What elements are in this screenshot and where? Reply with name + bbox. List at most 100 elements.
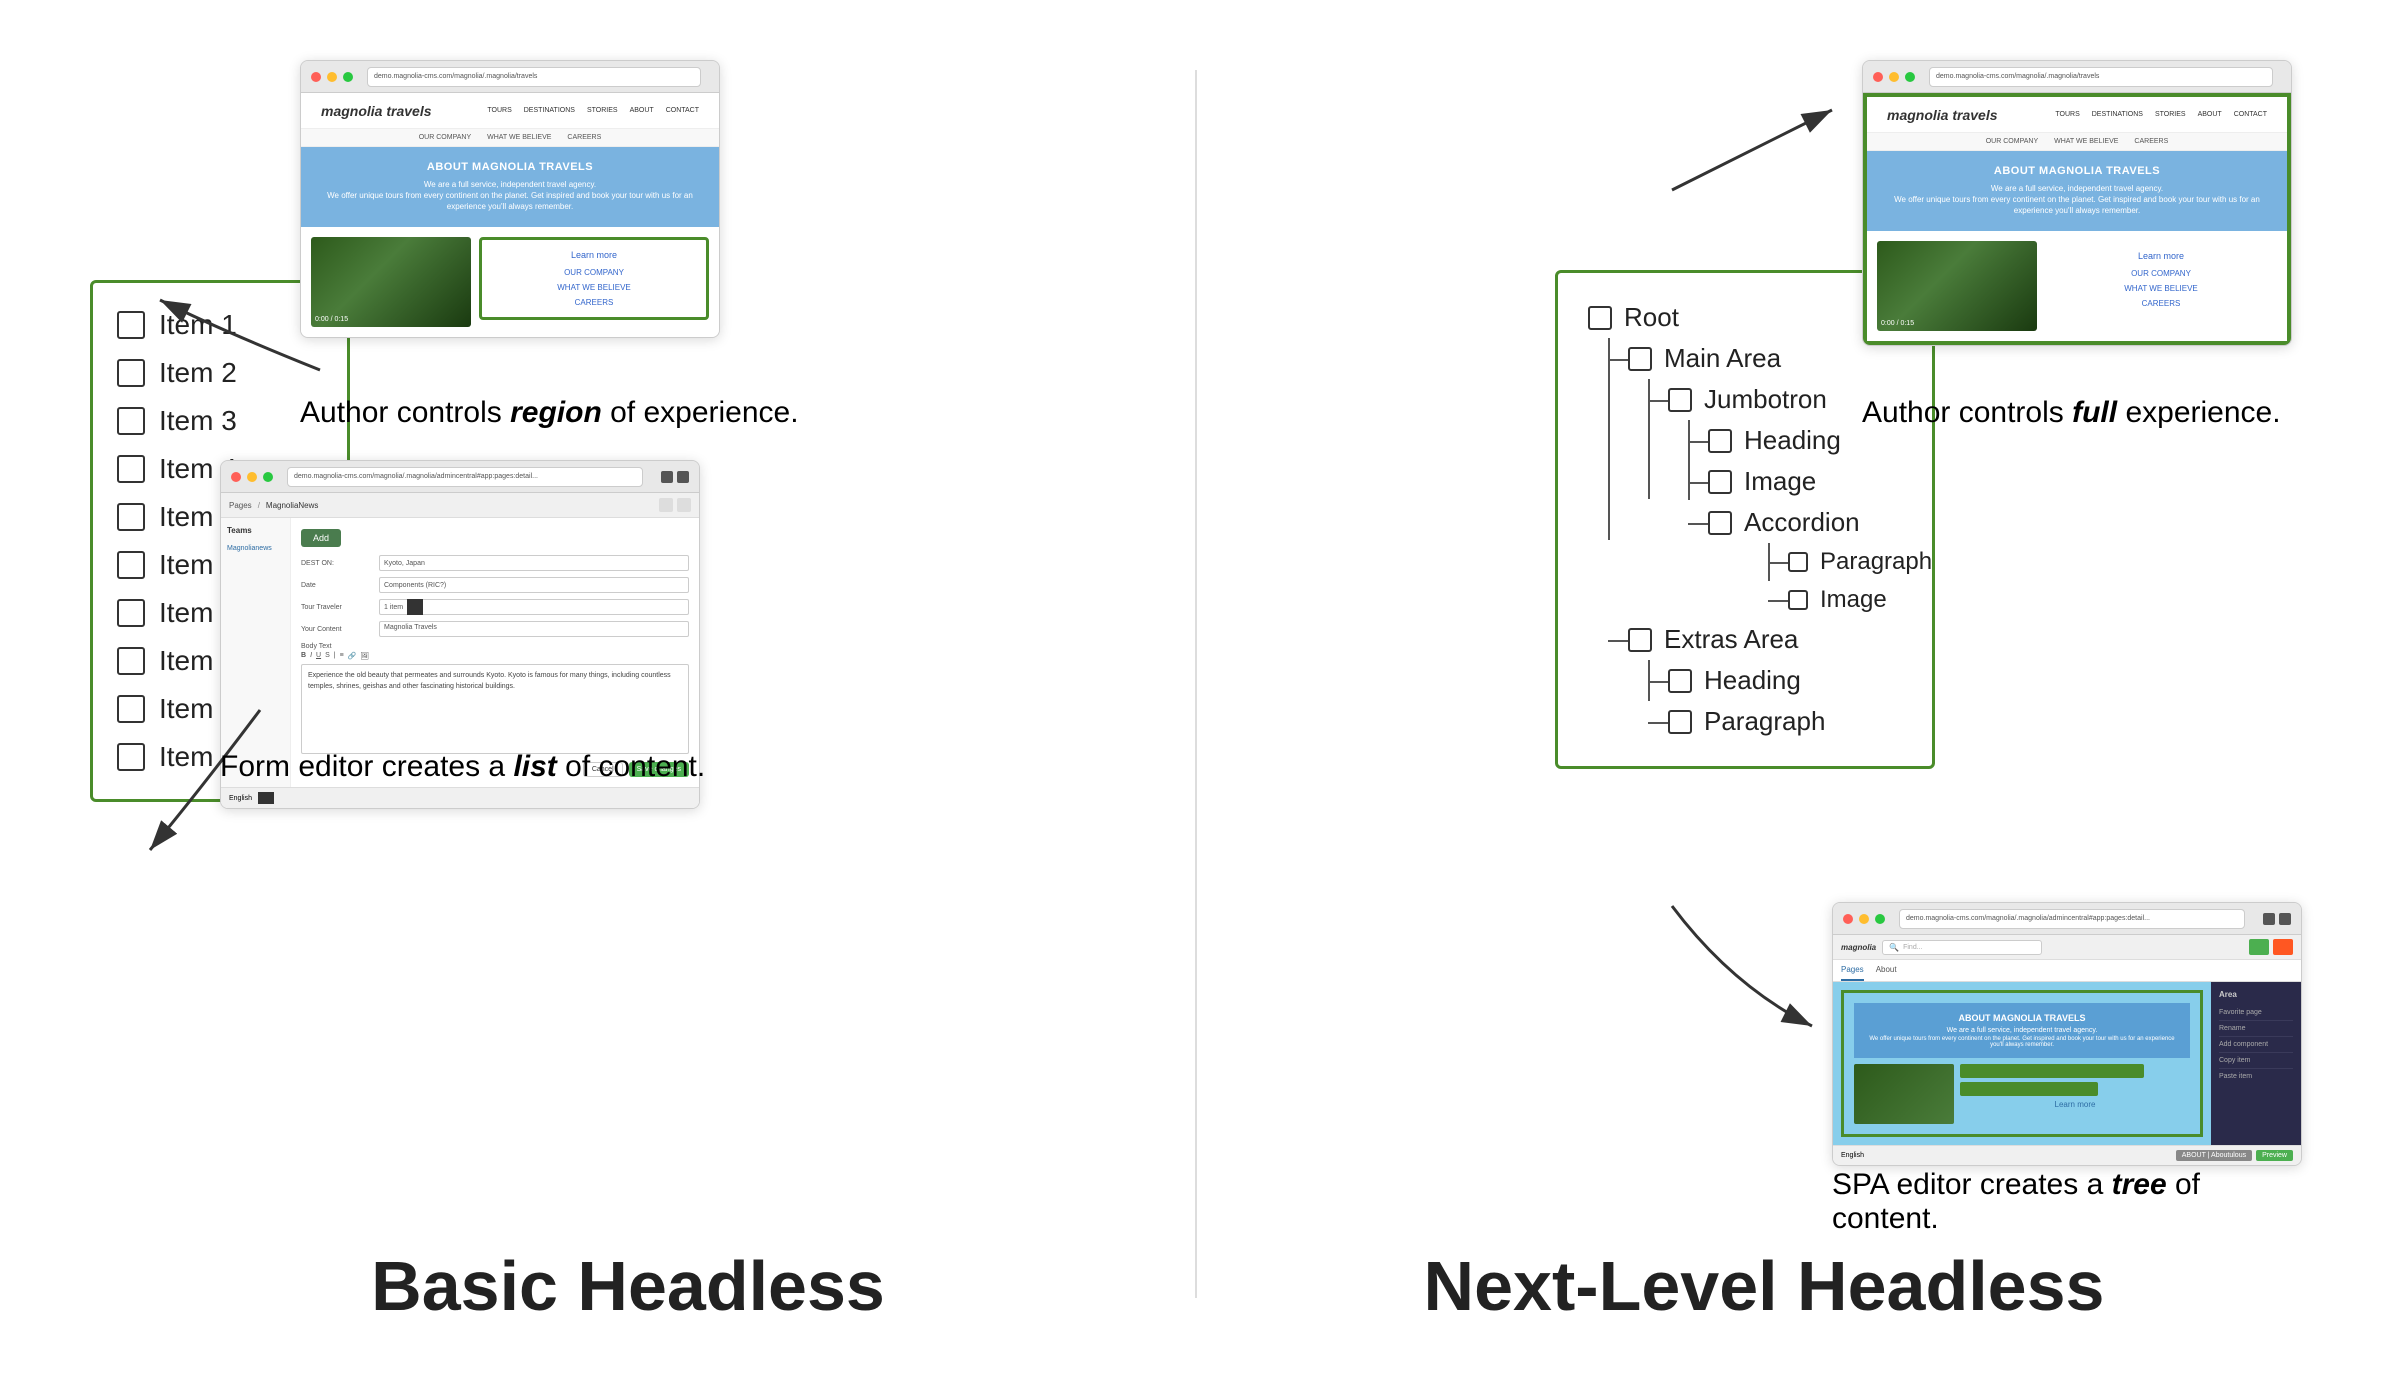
dest-value: Kyoto, Japan [384,560,425,567]
tree-extras-container: Extras Area Heading Paragra [1628,619,1902,742]
tree-checkbox-extras[interactable] [1628,628,1652,652]
links-area: Learn more OUR COMPANY WHAT WE BELIEVE C… [479,237,709,327]
form-action-1[interactable] [659,498,673,512]
form-row-date: Date Components (RIC?) [301,577,689,593]
spa-panel-item-2[interactable]: Rename [2219,1021,2293,1037]
tree-checkbox-image[interactable] [1708,470,1732,494]
checkbox-5[interactable] [117,503,145,531]
browser-bar-lower-left: demo.magnolia-cms.com/magnolia/.magnolia… [221,461,699,493]
browser-min-dot2 [247,472,257,482]
spa-side-panel: Area Favorite page Rename Add component … [2211,982,2301,1145]
tree-accordion: Accordion [1708,502,1902,543]
spa-action-1[interactable] [1960,1064,2144,1078]
tour-input[interactable]: 1 item [379,599,689,615]
spa-tab-pages[interactable]: Pages [1841,960,1864,981]
spa-btn-1[interactable] [2249,939,2269,955]
browser-max-dot4 [1875,914,1885,924]
nav-tours: TOURS [487,107,511,114]
browser-url-field4[interactable]: demo.magnolia-cms.com/magnolia/.magnolia… [1899,909,2245,929]
browser-max-dot [343,72,353,82]
checkbox-4[interactable] [117,455,145,483]
spa-btn-2[interactable] [2273,939,2293,955]
browser-min-dot [327,72,337,82]
tree-checkbox-accordion[interactable] [1708,511,1732,535]
sub-nav-careers: CAREERS [567,134,601,141]
tree-checkbox-jumbotron[interactable] [1668,388,1692,412]
spa-editor-content: magnolia 🔍 Find... Pages About [1833,935,2301,1165]
content-label: Your Content [301,626,371,633]
spa-panel-item-1[interactable]: Favorite page [2219,1005,2293,1021]
list-item: Item 2 [117,349,323,397]
browser-min-dot4 [1859,914,1869,924]
site-nav: magnolia travels TOURS DESTINATIONS STOR… [301,93,719,129]
site-video-right: 0:00 / 0:15 [1877,241,2037,331]
dest-label: DEST ON: [301,560,371,567]
tour-icon [407,599,423,615]
browser-icon1 [661,471,673,483]
spa-panel-item-5[interactable]: Paste item [2219,1069,2293,1084]
tree-checkbox-main[interactable] [1628,347,1652,371]
spa-panel-item-3[interactable]: Add component [2219,1037,2293,1053]
upper-left-caption: Author controls region of experience. [300,396,799,430]
browser-url-field[interactable]: demo.magnolia-cms.com/magnolia/.magnolia… [367,67,701,87]
tree-checkbox-extras-heading[interactable] [1668,669,1692,693]
spa-panel-item-4[interactable]: Copy item [2219,1053,2293,1069]
form-action-2[interactable] [677,498,691,512]
spa-action-2[interactable] [1960,1082,2098,1096]
link-company: OUR COMPANY [496,268,692,277]
highlighted-links: Learn more OUR COMPANY WHAT WE BELIEVE C… [479,237,709,320]
item-label-3: Item 3 [159,405,237,437]
toolbar-sep: | [334,652,336,660]
checkbox-6[interactable] [117,551,145,579]
toolbar-I: I [310,652,312,660]
tree-checkbox-root[interactable] [1588,306,1612,330]
tree-checkbox-extras-paragraph[interactable] [1668,710,1692,734]
site-body-right: 0:00 / 0:15 Learn more OUR COMPANY WHAT … [1867,231,2287,341]
form-row-tour: Tour Traveler 1 item [301,599,689,615]
nav-about: ABOUT [630,107,654,114]
spa-search[interactable]: 🔍 Find... [1882,940,2042,955]
dest-field-container: Kyoto, Japan [379,555,689,571]
nav-about-r: ABOUT [2198,111,2222,118]
checkbox-1[interactable] [117,311,145,339]
spa-selected-area: ABOUT MAGNOLIA TRAVELS We are a full ser… [1841,990,2203,1137]
tree-checkbox-image2[interactable] [1788,590,1808,610]
checkbox-7[interactable] [117,599,145,627]
browser-url-field2[interactable]: demo.magnolia-cms.com/magnolia/.magnolia… [287,467,643,487]
checkbox-9[interactable] [117,695,145,723]
date-input[interactable]: Components (RIC?) [379,577,689,593]
left-half: Item 1 Item 2 Item 3 Item 4 Item 5 Item … [60,40,1196,1356]
browser-url-field3[interactable]: demo.magnolia-cms.com/magnolia/.magnolia… [1929,67,2273,87]
toolbar-link: 🔗 [348,652,357,660]
form-tab-active[interactable]: Teams [227,526,284,535]
link-believe-r: WHAT WE BELIEVE [2059,284,2263,293]
spa-bottom-bar: English ABOUT | Aboutulous Preview [1833,1145,2301,1165]
tree-extras-area: Extras Area [1628,619,1902,660]
checkbox-8[interactable] [117,647,145,675]
form-tab-magnolia[interactable]: Magnolianews [227,541,284,556]
hero-p3-right: experience you'll always remember. [1887,205,2267,216]
spa-preview-button[interactable]: Preview [2256,1150,2293,1161]
sub-nav-believe: WHAT WE BELIEVE [487,134,551,141]
tree-checkbox-paragraph[interactable] [1788,552,1808,572]
body-textarea[interactable]: Experience the old beauty that permeates… [301,664,689,754]
tree-level1: Main Area Jumbotron [1628,338,1902,742]
hero-p2-right: We offer unique tours from every contine… [1887,194,2267,205]
checkbox-2[interactable] [117,359,145,387]
browser-max-dot3 [1905,72,1915,82]
add-button[interactable]: Add [301,529,341,547]
spa-tab-about[interactable]: About [1876,960,1897,981]
checkbox-10[interactable] [117,743,145,771]
hero-p2: We offer unique tours from every contine… [321,190,699,201]
content-input[interactable]: Magnolia Travels [379,621,689,637]
dest-input[interactable]: Kyoto, Japan [379,555,689,571]
checkbox-3[interactable] [117,407,145,435]
nav-contact-r: CONTACT [2234,111,2267,118]
url-text3: demo.magnolia-cms.com/magnolia/.magnolia… [1936,73,2099,80]
spa-main-body: ABOUT MAGNOLIA TRAVELS We are a full ser… [1833,982,2301,1145]
tree-vert-line1 [1608,338,1610,540]
spa-hero-title: ABOUT MAGNOLIA TRAVELS [1864,1013,2180,1023]
tree-checkbox-heading[interactable] [1708,429,1732,453]
tree-image2: Image [1788,581,1902,619]
caption-form-end: of content. [557,750,705,783]
